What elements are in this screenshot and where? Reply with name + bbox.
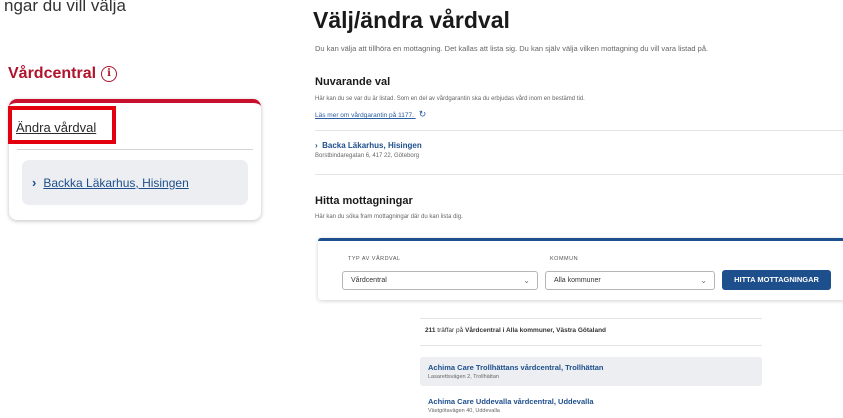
vardcentral-heading-label: Vårdcentral [8,65,97,82]
results-count: 211 [425,327,436,334]
chevron-right-icon: › [32,175,37,190]
cut-off-text: ngar du vill välja [4,0,126,15]
type-select-value: Vårdcentral [351,277,387,284]
divider [315,174,843,175]
care-guarantee-link[interactable]: Läs mer om vårdgarantin på 1177. ↻ [315,109,426,120]
divider [420,318,762,319]
external-link-icon: ↻ [418,109,427,119]
result-address: Västgötavägen 40, Uddevalla [428,408,500,414]
results-summary: 211 träffar på Vårdcentral i Alla kommun… [425,327,606,334]
results-filter: Vårdcentral i Alla kommuner, Västra Göta… [465,327,607,334]
current-clinic-link[interactable]: Backka Läkarhus, Hisingen [43,176,188,190]
chevron-down-icon: ⌄ [700,276,707,285]
current-clinic-address: Borstbindaregatan 6, 417 22, Göteborg [315,153,420,159]
current-clinic-row[interactable]: › Backa Läkarhus, Hisingen [315,141,422,150]
search-panel: TYP AV VÅRDVAL Vårdcentral ⌄ KOMMUN Alla… [318,238,843,300]
find-clinics-heading: Hitta mottagningar [315,195,413,207]
kommun-select[interactable]: Alla kommuner ⌄ [545,271,715,290]
vardcentral-heading: Vårdcentral i [8,65,118,83]
current-clinic-name[interactable]: Backa Läkarhus, Hisingen [322,141,422,150]
divider [315,130,843,131]
results-text: träffar på [435,327,466,334]
highlight-box [8,106,116,144]
find-clinics-button[interactable]: HITTA MOTTAGNINGAR [722,270,831,290]
info-icon[interactable]: i [101,66,118,82]
intro-text: Du kan välja att tillhöra en mottagning.… [315,44,709,53]
result-name[interactable]: Achima Care Trollhättans vårdcentral, Tr… [428,363,762,372]
divider [420,345,762,346]
result-address: Lasarettsvägen 2, Trollhättan [428,374,499,380]
chevron-right-icon: › [315,141,320,150]
find-clinics-desc: Här kan du söka fram mottagningar där du… [315,214,463,220]
result-name[interactable]: Achima Care Uddevalla vårdcentral, Uddev… [428,397,762,406]
care-guarantee-link-label[interactable]: Läs mer om vårdgarantin på 1177. [315,112,414,119]
kommun-select-value: Alla kommuner [554,277,601,284]
result-item[interactable]: Achima Care Uddevalla vårdcentral, Uddev… [420,391,762,418]
card-divider [17,149,253,150]
type-select[interactable]: Vårdcentral ⌄ [342,271,538,290]
kommun-label: KOMMUN [550,256,579,262]
current-clinic-item[interactable]: › Backka Läkarhus, Hisingen [22,160,248,205]
current-choice-heading: Nuvarande val [315,76,391,88]
type-label: TYP AV VÅRDVAL [348,256,401,262]
vardcentral-card: Ändra vårdval › Backka Läkarhus, Hisinge… [8,99,261,220]
chevron-down-icon: ⌄ [523,276,530,285]
result-item[interactable]: Achima Care Trollhättans vårdcentral, Tr… [420,357,762,386]
current-choice-desc: Här kan du se var du är listad. Som en d… [315,96,585,102]
page-title: Välj/ändra vårdval [313,7,510,33]
